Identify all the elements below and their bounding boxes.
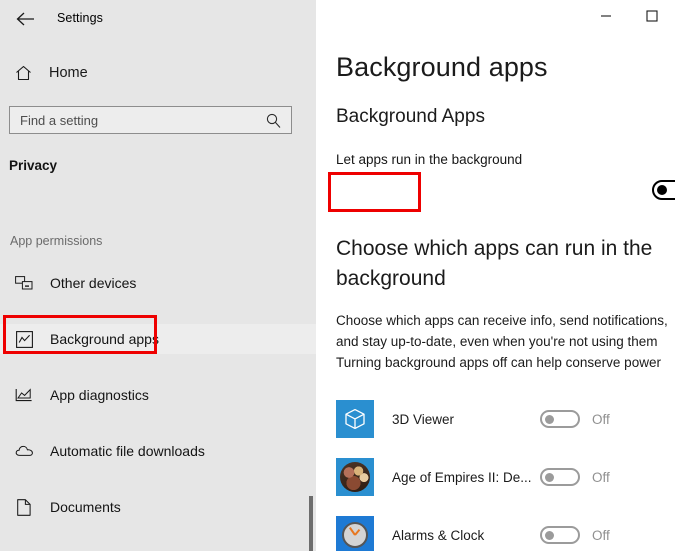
master-toggle[interactable]: [652, 180, 675, 200]
back-arrow-icon[interactable]: [8, 4, 42, 34]
sidebar-item-home-label: Home: [49, 65, 88, 81]
section-heading: Choose which apps can run in the backgro…: [336, 237, 653, 290]
alarms-clock-icon: [336, 516, 374, 551]
sidebar-nav-list: Other devices Background apps App diagno…: [0, 268, 316, 551]
group-label: App permissions: [10, 234, 103, 248]
window-controls: [583, 0, 675, 32]
list-item-name: Age of Empires II: De...: [392, 469, 532, 485]
app-toggle[interactable]: [540, 410, 580, 428]
app-title: Settings: [57, 11, 103, 25]
main-content: Background apps Background Apps Let apps…: [316, 0, 675, 551]
sidebar-item-other-devices-label: Other devices: [50, 275, 137, 291]
settings-window: Settings Home Privacy App permissions: [0, 0, 675, 551]
search-icon[interactable]: [265, 112, 282, 134]
app-diagnostics-icon: [14, 385, 34, 405]
sidebar-item-app-diagnostics[interactable]: App diagnostics: [0, 380, 316, 410]
sidebar-item-app-diagnostics-label: App diagnostics: [50, 387, 149, 403]
clock-face: [342, 522, 368, 548]
sidebar: Settings Home Privacy App permissions: [0, 0, 316, 551]
sidebar-item-background-apps[interactable]: Background apps: [0, 324, 316, 354]
master-toggle-knob: [657, 185, 667, 195]
sidebar-item-automatic-file-downloads[interactable]: Automatic file downloads: [0, 436, 316, 466]
app-toggle[interactable]: [540, 468, 580, 486]
category-title: Privacy: [9, 158, 58, 173]
background-apps-icon: [14, 329, 34, 349]
app-toggle-state: Off: [592, 527, 610, 543]
clock-minute-hand: [349, 527, 356, 536]
sidebar-item-other-devices[interactable]: Other devices: [0, 268, 316, 298]
list-item-name: Alarms & Clock: [392, 527, 485, 543]
sidebar-scrollbar-thumb[interactable]: [309, 496, 313, 551]
app-toggle-knob: [545, 472, 554, 482]
sidebar-item-home[interactable]: Home: [8, 58, 298, 88]
list-item-name: 3D Viewer: [392, 411, 455, 427]
sidebar-scrollbar-track[interactable]: [309, 0, 313, 551]
3d-viewer-icon: [336, 400, 374, 438]
minimize-icon[interactable]: [583, 0, 629, 32]
maximize-icon[interactable]: [629, 0, 675, 32]
app-toggle-state: Off: [592, 469, 610, 485]
list-item[interactable]: Age of Empires II: De... Off: [316, 448, 675, 506]
sidebar-item-background-apps-label: Background apps: [50, 331, 159, 347]
sidebar-item-automatic-file-downloads-label: Automatic file downloads: [50, 443, 205, 459]
sub-heading: Background Apps: [336, 106, 485, 127]
background-apps-list: 3D Viewer Off Age of Empires II: De... O…: [316, 390, 675, 551]
sidebar-item-documents[interactable]: Documents: [0, 492, 316, 522]
sidebar-item-documents-label: Documents: [50, 499, 121, 515]
age-of-empires-icon: [336, 458, 374, 496]
search-box[interactable]: [9, 106, 292, 134]
cloud-download-icon: [14, 441, 34, 461]
devices-icon: [14, 273, 34, 293]
sidebar-titlebar: Settings: [0, 0, 316, 40]
section-description: Choose which apps can receive info, send…: [336, 313, 668, 370]
app-toggle-knob: [545, 414, 554, 424]
master-toggle-caption: Let apps run in the background: [336, 152, 523, 167]
age-of-empires-artwork: [340, 462, 370, 492]
master-toggle-row: Off: [652, 180, 675, 200]
app-toggle-knob: [545, 530, 554, 540]
document-icon: [14, 497, 34, 517]
app-toggle-state: Off: [592, 411, 610, 427]
search-input[interactable]: [10, 108, 260, 132]
list-item[interactable]: Alarms & Clock Off: [316, 506, 675, 551]
app-toggle[interactable]: [540, 526, 580, 544]
page-title: Background apps: [336, 52, 548, 82]
list-item[interactable]: 3D Viewer Off: [316, 390, 675, 448]
home-icon: [10, 65, 36, 81]
